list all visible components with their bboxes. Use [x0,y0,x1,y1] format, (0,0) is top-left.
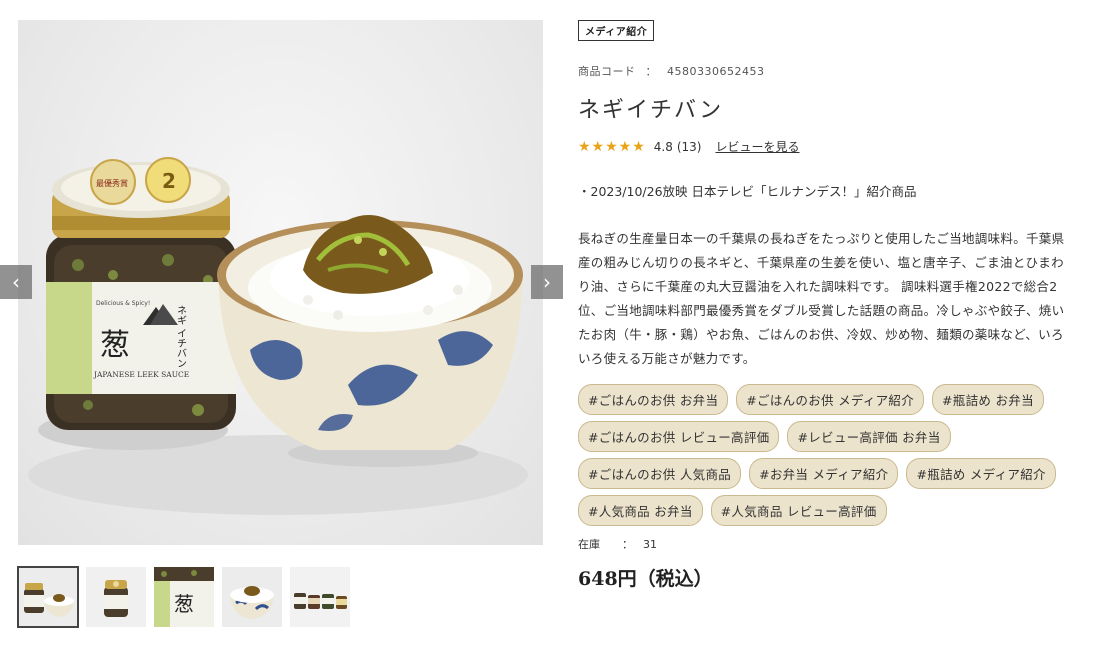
tag-chip[interactable]: #レビュー高評価 お弁当 [787,421,951,452]
thumbnail-bowl-jar[interactable] [17,566,79,628]
thumbnail-jar[interactable] [86,567,146,627]
product-code-value: 4580330652453 [667,65,765,78]
rice-bowl-image [217,215,523,467]
product-description: 長ねぎの生産量日本一の千葉県の長ねぎをたっぷりと使用したご当地調味料。千葉県産の… [578,231,1065,366]
tag-list: #ごはんのお供 お弁当 #ごはんのお供 メディア紹介 #瓶詰め お弁当 #ごはんのお供… [578,384,1058,526]
rating-count: (13) [676,139,702,154]
tag-chip[interactable]: #瓶詰め お弁当 [932,384,1044,415]
product-info: メディア紹介 商品コード ： 4580330652453 ネギイチバン ★★★★★ … [578,20,1078,591]
product-code-row: 商品コード ： 4580330652453 [578,63,1078,79]
stock-label: 在庫 [578,538,600,551]
rating-row: ★★★★★ 4.8 (13) レビューを見る [578,138,1078,155]
main-product-image: Delicious & Spicy! 葱 ネギ イチバン JAPANESE LE… [18,20,543,545]
tag-chip[interactable]: #人気商品 お弁当 [578,495,703,526]
tag-chip[interactable]: #人気商品 レビュー高評価 [710,495,887,526]
tag-chip[interactable]: #ごはんのお供 レビュー高評価 [578,421,780,452]
jar-label-main: 葱 [100,328,130,363]
stock-row: 在庫 ： 31 [578,536,1078,552]
stock-value: 31 [643,538,657,551]
media-news: ・2023/10/26放映 日本テレビ「ヒルナンデス！」紹介商品 [578,184,917,199]
jar-label-side: ネギ イチバン [175,305,187,368]
jar-image: Delicious & Spicy! 葱 ネギ イチバン JAPANESE LE… [38,157,236,450]
tag-chip[interactable]: #ごはんのお供 お弁当 [578,384,729,415]
jar-label-tag: Delicious & Spicy! [96,300,150,307]
tag-chip[interactable]: #ごはんのお供 人気商品 [578,458,742,489]
stock-sep: ： [622,538,633,551]
award-text: 最優秀賞 [96,178,128,188]
view-reviews-link[interactable]: レビューを見る [716,138,800,155]
thumbnail-strip: 葱 [17,566,350,628]
award-rank: 2 [162,169,176,193]
tag-chip[interactable]: #瓶詰め メディア紹介 [906,458,1056,489]
product-code-label: 商品コード [578,65,636,78]
product-code-sep: ： [645,65,657,78]
thumbnail-lineup[interactable] [290,567,350,627]
media-badge: メディア紹介 [578,20,655,41]
thumbnail-bowl[interactable] [222,567,282,627]
jar-label-en: JAPANESE LEEK SAUCE [93,370,189,379]
thumbnail-jar-closeup[interactable]: 葱 [154,567,214,627]
product-title: ネギイチバン [578,98,724,123]
star-rating-icon: ★★★★★ [578,138,646,155]
svg-text:葱: 葱 [174,592,194,616]
slider-next-arrow[interactable]: › [531,265,563,299]
tag-chip[interactable]: #お弁当 メディア紹介 [749,458,899,489]
tag-chip[interactable]: #ごはんのお供 メディア紹介 [736,384,925,415]
slider-prev-arrow[interactable]: ‹ [0,265,32,299]
product-price: 648円（税込） [578,568,713,590]
rating-value: 4.8 [653,139,673,154]
